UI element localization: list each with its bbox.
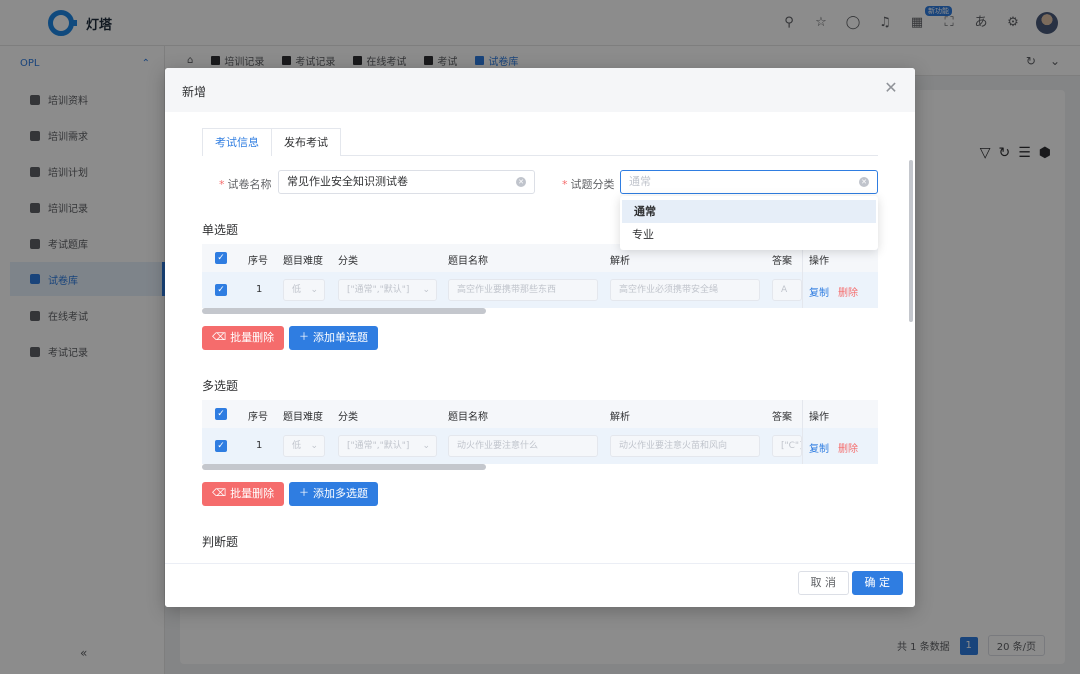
trash-icon: ⌫ bbox=[212, 332, 227, 343]
operation-column: 复制 删除 bbox=[802, 400, 878, 464]
row-checkbox[interactable]: ✓ bbox=[215, 284, 227, 296]
table-row: ✓ 1 低 ⌄ ["通常","默认"] ⌄ 高空作业要携带那些东西 高空作业必须携带… bbox=[202, 272, 878, 308]
dropdown-option-normal[interactable]: 通常 bbox=[622, 200, 876, 223]
answer-input[interactable]: ["C"] bbox=[772, 435, 802, 457]
table-header: ✓ 序号 题目难度 分类 题目名称 解析 答案 操作 bbox=[202, 400, 878, 428]
row-checkbox[interactable]: ✓ bbox=[215, 440, 227, 452]
question-name-input[interactable]: 高空作业要携带那些东西 bbox=[448, 279, 598, 301]
table-row: ✓ 1 低 ⌄ ["通常","默认"] ⌄ 动火作业要注意什么 动火作业要注意火苗和… bbox=[202, 428, 878, 464]
question-name-input[interactable]: 动火作业要注意什么 bbox=[448, 435, 598, 457]
dropdown-option-professional[interactable]: 专业 bbox=[620, 223, 878, 246]
multi-choice-title: 多选题 bbox=[202, 379, 239, 393]
tab-publish-exam[interactable]: 发布考试 bbox=[271, 128, 341, 156]
add-multi-button[interactable]: ＋添加多选题 bbox=[289, 482, 378, 506]
copy-button[interactable]: 复制 bbox=[809, 440, 829, 455]
horizontal-scrollbar[interactable] bbox=[202, 308, 486, 314]
clear-icon[interactable]: ✕ bbox=[516, 177, 526, 187]
cancel-button[interactable]: 取 消 bbox=[797, 571, 849, 595]
confirm-button[interactable]: 确 定 bbox=[851, 571, 903, 595]
true-false-title: 判断题 bbox=[202, 535, 239, 549]
category-cell-select[interactable]: ["通常","默认"] ⌄ bbox=[338, 435, 437, 457]
clear-icon[interactable]: ✕ bbox=[859, 177, 869, 187]
paper-name-label: * 试卷名称 bbox=[219, 178, 272, 191]
difficulty-select[interactable]: 低 ⌄ bbox=[283, 279, 325, 301]
form-tabs: 考试信息 发布考试 bbox=[202, 128, 878, 156]
single-choice-title: 单选题 bbox=[202, 223, 239, 237]
vertical-scrollbar[interactable] bbox=[909, 160, 913, 322]
tab-exam-info[interactable]: 考试信息 bbox=[202, 128, 272, 156]
multi-choice-table: ✓ 序号 题目难度 分类 题目名称 解析 答案 操作 ✓ 1 低 ⌄ ["通常",… bbox=[202, 400, 878, 472]
category-label: * 试题分类 bbox=[562, 178, 615, 191]
close-icon[interactable]: ✕ bbox=[883, 80, 899, 96]
delete-button[interactable]: 删除 bbox=[838, 284, 858, 299]
dialog-header: 新增 ✕ bbox=[165, 68, 915, 112]
batch-delete-multi-button[interactable]: ⌫ 批量删除 bbox=[202, 482, 285, 506]
answer-input[interactable]: A bbox=[772, 279, 802, 301]
operation-column: 复制 删除 bbox=[802, 244, 878, 308]
batch-delete-single-button[interactable]: ⌫ 批量删除 bbox=[202, 326, 285, 350]
select-all-checkbox[interactable]: ✓ bbox=[215, 408, 227, 420]
plus-icon: ＋ bbox=[299, 488, 309, 499]
analysis-input[interactable]: 动火作业要注意火苗和风向 bbox=[610, 435, 760, 457]
paper-name-input[interactable]: 常见作业安全知识测试卷 ✕ bbox=[278, 170, 535, 194]
category-dropdown: 通常 专业 bbox=[620, 196, 878, 250]
single-choice-table: ✓ 序号 题目难度 分类 题目名称 解析 答案 操作 ✓ 1 低 ⌄ ["通常",… bbox=[202, 244, 878, 316]
dialog-footer: 取 消 确 定 bbox=[165, 563, 915, 607]
plus-icon: ＋ bbox=[299, 332, 309, 343]
horizontal-scrollbar[interactable] bbox=[202, 464, 486, 470]
category-cell-select[interactable]: ["通常","默认"] ⌄ bbox=[338, 279, 437, 301]
add-dialog: 新增 ✕ 考试信息 发布考试 * 试卷名称 常见作业安全知识测试卷 ✕ * 试题分类… bbox=[165, 68, 915, 607]
delete-button[interactable]: 删除 bbox=[838, 440, 858, 455]
copy-button[interactable]: 复制 bbox=[809, 284, 829, 299]
dialog-title: 新增 bbox=[182, 85, 207, 99]
add-single-button[interactable]: ＋添加单选题 bbox=[289, 326, 378, 350]
dialog-body: 考试信息 发布考试 * 试卷名称 常见作业安全知识测试卷 ✕ * 试题分类 通常 ✕… bbox=[165, 112, 915, 563]
category-select[interactable]: 通常 ✕ bbox=[620, 170, 878, 194]
difficulty-select[interactable]: 低 ⌄ bbox=[283, 435, 325, 457]
trash-icon: ⌫ bbox=[212, 488, 227, 499]
analysis-input[interactable]: 高空作业必须携带安全绳 bbox=[610, 279, 760, 301]
select-all-checkbox[interactable]: ✓ bbox=[215, 252, 227, 264]
